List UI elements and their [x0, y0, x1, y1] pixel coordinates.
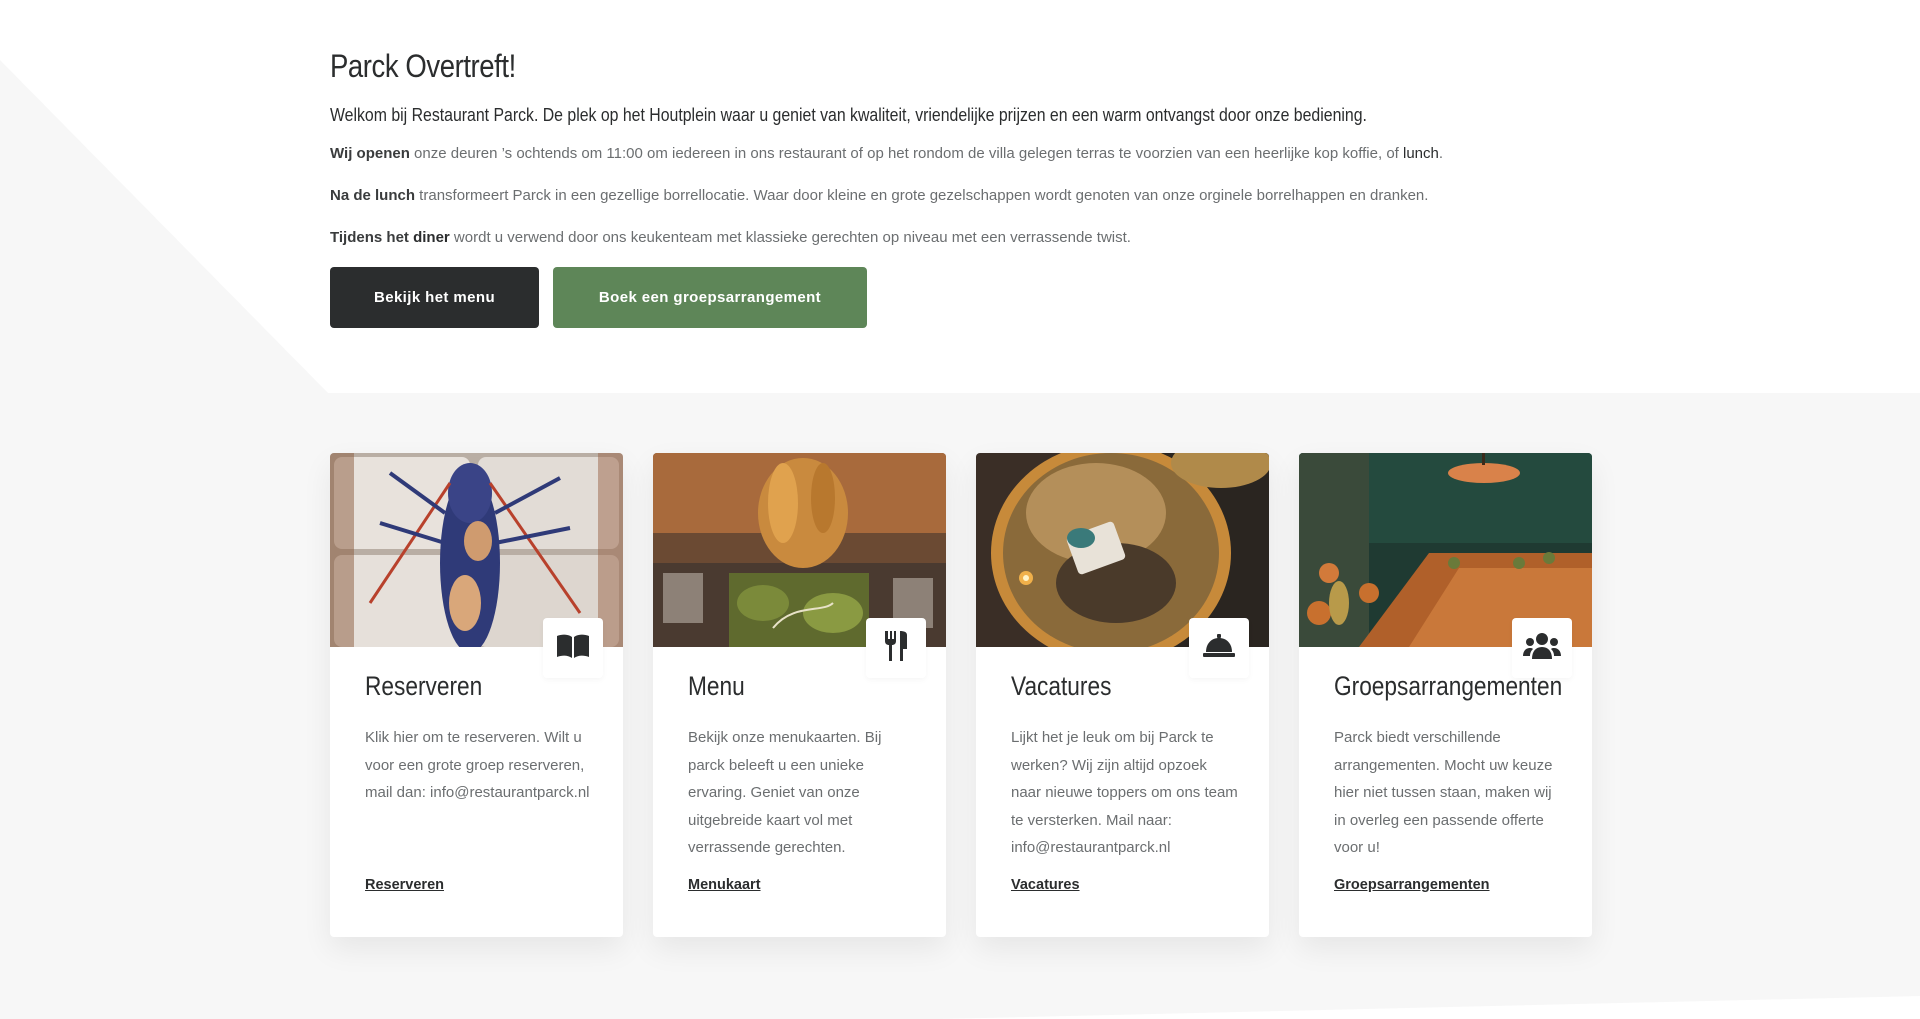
intro-text-opening: onze deuren ’s ochtends om 11:00 om iede… — [409, 145, 1403, 162]
intro-text-dinner: wordt u verwend door ons keukenteam met … — [449, 229, 1131, 246]
lunch-link[interactable]: lunch — [1403, 145, 1439, 162]
users-icon — [1523, 632, 1561, 665]
icon-container — [866, 618, 926, 678]
menukaart-link[interactable]: Menukaart — [688, 877, 761, 893]
intro-buttons: Bekijk het menu Boek een groepsarrangeme… — [330, 267, 1590, 328]
dinner-link[interactable]: diner — [413, 229, 450, 246]
intro-paragraph-dinner: Tijdens het diner wordt u verwend door o… — [330, 227, 1590, 249]
book-group-button[interactable]: Boek een groepsarrangement — [553, 267, 867, 328]
intro-text-after-lunch: transformeert Parck in een gezellige bor… — [415, 187, 1429, 204]
intro-lead: Welkom bij Restaurant Parck. De plek op … — [330, 105, 1367, 125]
intro-paragraph-opening: Wij openen onze deuren ’s ochtends om 11… — [330, 143, 1590, 165]
icon-container — [1512, 618, 1572, 678]
book-icon — [556, 633, 590, 664]
card-text: Lijkt het je leuk om bij Parck te werken… — [1011, 729, 1238, 856]
utensils-icon — [883, 630, 909, 667]
card-text: Parck biedt verschillende arrangementen.… — [1334, 729, 1553, 856]
card-reserveren[interactable]: Reserveren Klik hier om te reserveren. W… — [330, 453, 623, 937]
card-title: Menu — [688, 671, 745, 701]
card-vacatures[interactable]: Vacatures Lijkt het je leuk om bij Parck… — [976, 453, 1269, 937]
service-bell-icon — [1203, 633, 1235, 663]
icon-container — [543, 618, 603, 678]
groepsarrangementen-link[interactable]: Groepsarrangementen — [1334, 877, 1490, 893]
reserveren-link[interactable]: Reserveren — [365, 877, 444, 893]
intro-section: Parck Overtreft! Welkom bij Restaurant P… — [330, 44, 1590, 328]
card-groepsarrangementen[interactable]: Groepsarrangementen Parck biedt verschil… — [1299, 453, 1592, 937]
vacatures-link[interactable]: Vacatures — [1011, 877, 1080, 893]
background-shape-left — [0, 60, 330, 395]
cards-section: Reserveren Klik hier om te reserveren. W… — [330, 453, 1592, 937]
icon-container — [1189, 618, 1249, 678]
intro-bold-dinner-1: Tijdens het — [330, 229, 409, 246]
intro-bold-opening: Wij openen — [330, 145, 410, 162]
card-text: Bekijk onze menukaarten. Bij parck belee… — [688, 729, 882, 856]
card-title: Vacatures — [1011, 671, 1112, 701]
intro-bold-after-lunch: Na de lunch — [330, 187, 416, 204]
card-title: Groepsarrangementen — [1334, 671, 1563, 701]
intro-paragraph-after-lunch: Na de lunch transformeert Parck in een g… — [330, 185, 1590, 207]
card-text: Klik hier om te reserveren. Wilt u voor … — [365, 729, 590, 801]
card-title: Reserveren — [365, 671, 483, 701]
view-menu-button[interactable]: Bekijk het menu — [330, 267, 539, 328]
page-title: Parck Overtreft! — [330, 48, 516, 84]
card-menu[interactable]: Menu Bekijk onze menukaarten. Bij parck … — [653, 453, 946, 937]
intro-period: . — [1438, 145, 1444, 162]
